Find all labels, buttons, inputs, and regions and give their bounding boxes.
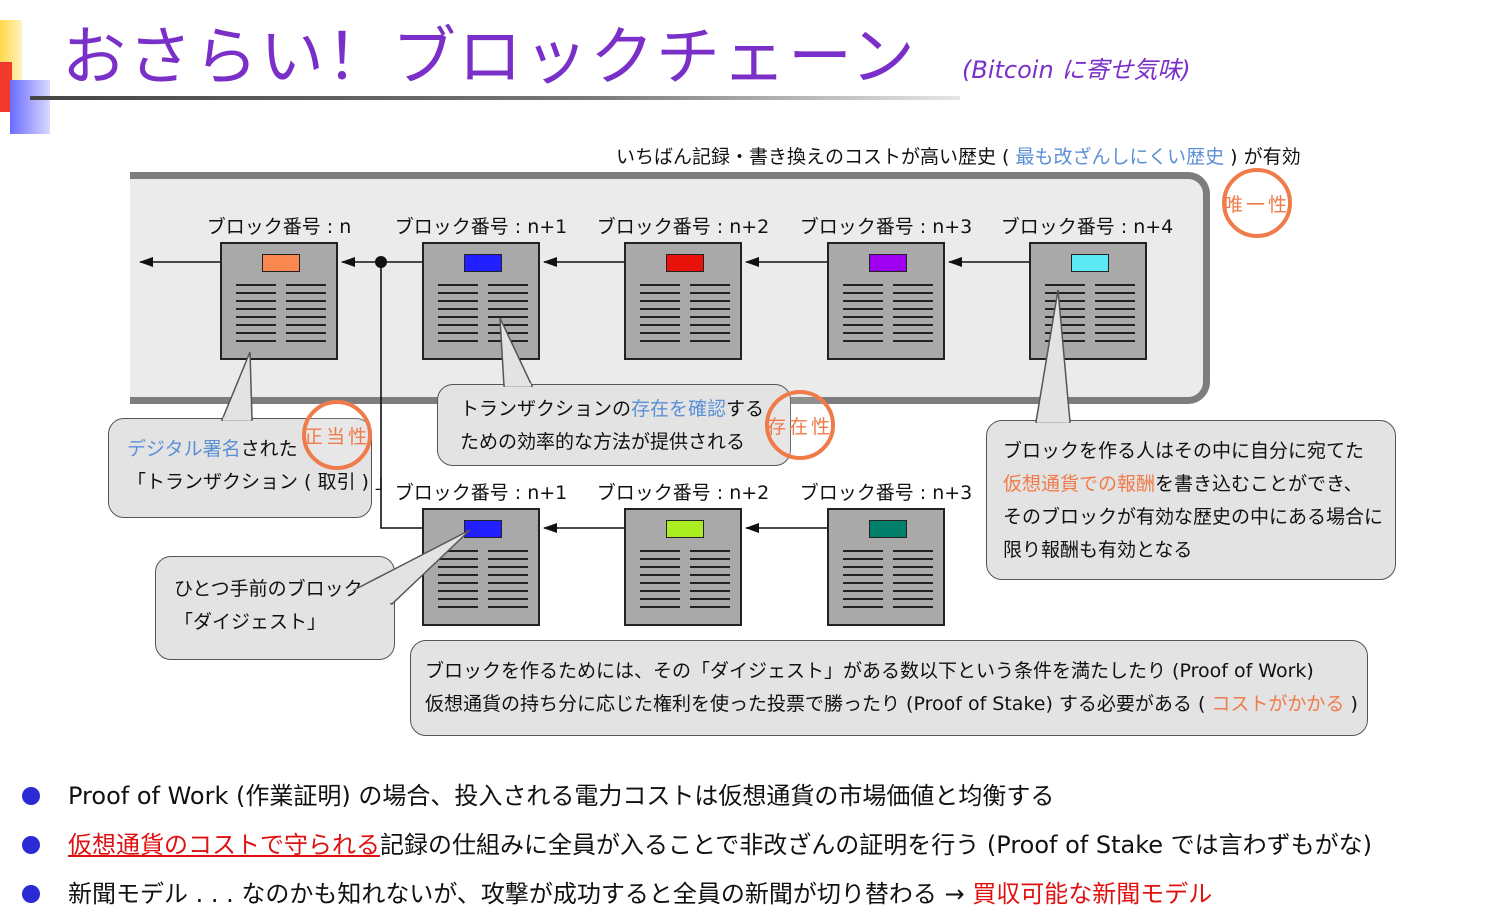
chain-arrows xyxy=(139,257,1029,533)
bullet-item: 仮想通貨のコストで守られる記録の仕組みに全員が入ることで非改ざんの証明を行う (… xyxy=(20,821,1372,870)
fork-junction-dot xyxy=(375,256,387,268)
bullet-item: Proof of Work (作業証明) の場合、投入される電力コストは仮想通貨… xyxy=(20,772,1372,821)
bullet-item: 新聞モデル . . . なのかも知れないが、攻撃が成功すると全員の新聞が切り替わ… xyxy=(20,870,1372,919)
bullet-dot-icon xyxy=(22,836,40,854)
badge-legitimacy: 正当性 xyxy=(302,400,372,470)
bullet-dot-icon xyxy=(22,885,40,903)
pointer-digest xyxy=(352,529,471,605)
pointer-reward xyxy=(1035,289,1071,423)
bullet-text: 記録の仕組みに全員が入ることで非改ざんの証明を行う (Proof of Stak… xyxy=(380,831,1373,859)
bullet-text: 新聞モデル . . . なのかも知れないが、攻撃が成功すると全員の新聞が切り替わ… xyxy=(68,880,973,908)
bullet-dot-icon xyxy=(22,787,40,805)
fork-link-line xyxy=(380,262,422,529)
pointer-transaction xyxy=(499,317,534,387)
bullet-text: Proof of Work (作業証明) の場合、投入される電力コストは仮想通貨… xyxy=(68,782,1055,810)
badge-uniqueness: 唯一性 xyxy=(1222,168,1292,238)
bullet-highlight: 仮想通貨のコストで守られる xyxy=(68,831,380,859)
pointer-signature xyxy=(220,351,253,421)
badge-existence: 存在性 xyxy=(765,390,835,460)
bullet-list: Proof of Work (作業証明) の場合、投入される電力コストは仮想通貨… xyxy=(20,772,1372,919)
bullet-highlight: 買収可能な新聞モデル xyxy=(972,880,1213,908)
